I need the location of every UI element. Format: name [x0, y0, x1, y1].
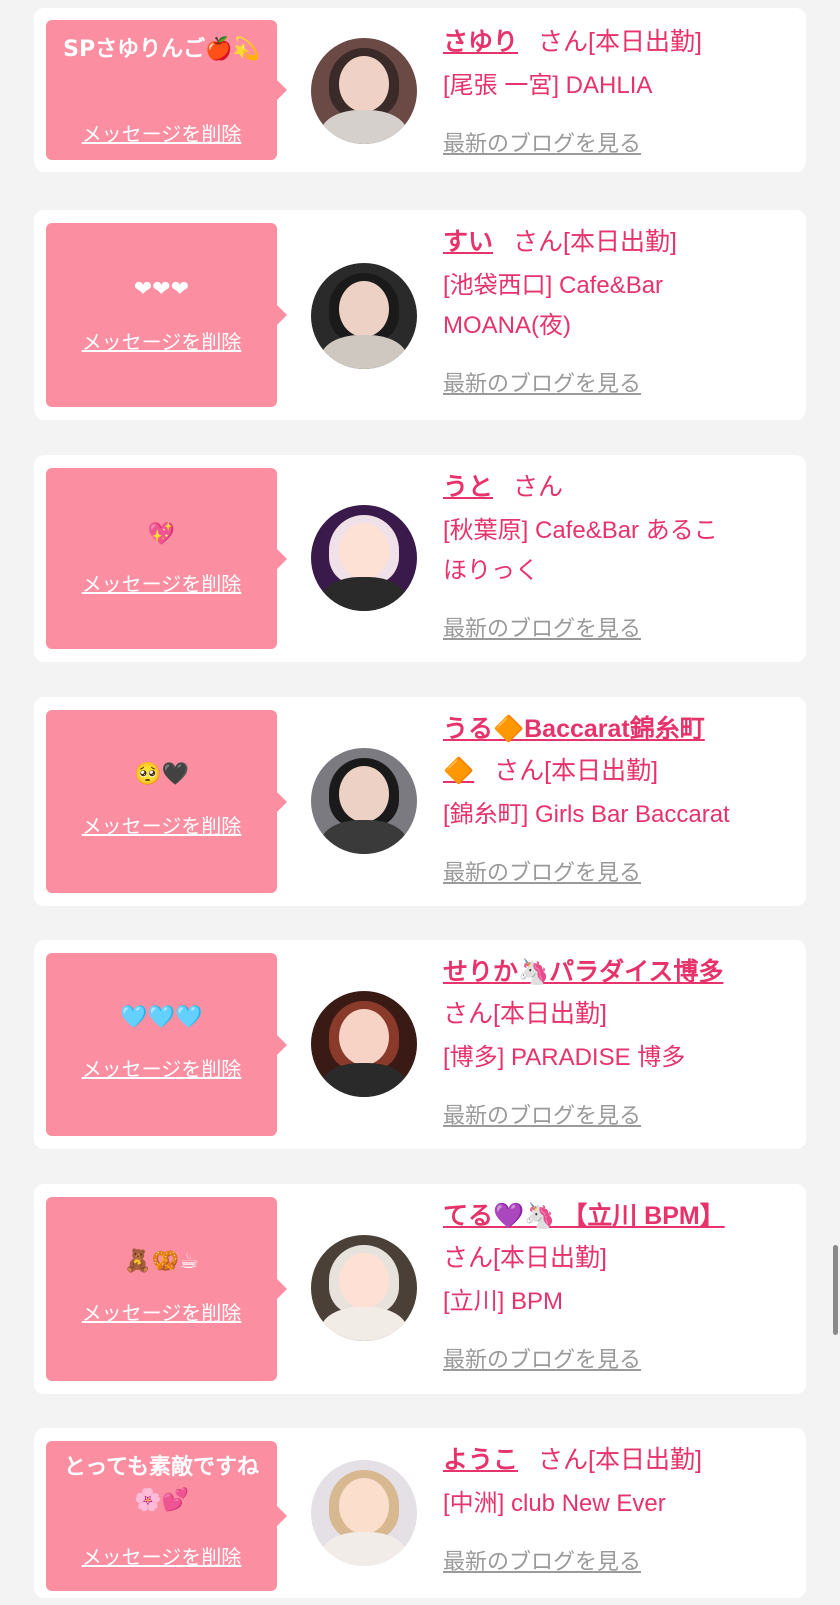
delete-message-link[interactable]: メッセージを削除: [46, 810, 277, 839]
store-line: ほりっく: [443, 557, 539, 584]
latest-blog-link[interactable]: 最新のブログを見る: [443, 1342, 641, 1374]
message-text: 🧸🥨☕: [124, 1249, 199, 1274]
name-suffix: さん[本日出勤]: [443, 1000, 607, 1028]
scrollbar[interactable]: [833, 1245, 838, 1335]
profile-name-link[interactable]: うと: [443, 473, 493, 501]
delete-message-link[interactable]: メッセージを削除: [46, 1053, 277, 1082]
store-line: [立川] BPM: [443, 1288, 564, 1315]
avatar[interactable]: [311, 748, 417, 854]
avatar[interactable]: [311, 1235, 417, 1341]
message-card: 🥺🖤 メッセージを削除 うる🔶Baccarat錦糸町 🔶 さん[本日出勤] [錦…: [34, 697, 806, 906]
message-card: 🧸🥨☕ メッセージを削除 てる💜🦄 【立川 BPM】 さん[本日出勤] [立川]…: [34, 1184, 806, 1394]
delete-message-link[interactable]: メッセージを削除: [46, 118, 277, 147]
latest-blog-link[interactable]: 最新のブログを見る: [443, 1098, 641, 1130]
message-card: SPさゆりんご🍎💫 メッセージを削除 さゆり さん[本日出勤] [尾張 一宮] …: [34, 8, 806, 172]
message-card: とっても素敵ですね🌸💕 メッセージを削除 ようこ さん[本日出勤] [中洲] c…: [34, 1428, 806, 1598]
name-suffix: さん[本日出勤]: [494, 757, 659, 785]
avatar[interactable]: [311, 1460, 417, 1566]
message-bubble: ❤❤❤ メッセージを削除: [46, 223, 287, 407]
profile-name-link[interactable]: ようこ: [443, 1446, 518, 1474]
store-line: [池袋西口] Cafe&Bar: [443, 272, 664, 299]
message-text: ❤❤❤: [133, 277, 190, 302]
message-bubble: SPさゆりんご🍎💫 メッセージを削除: [46, 20, 287, 160]
store-line: [錦糸町] Girls Bar Baccarat: [443, 801, 730, 828]
profile-name-link-continued[interactable]: 🔶: [443, 757, 474, 785]
message-bubble: 🧸🥨☕ メッセージを削除: [46, 1197, 287, 1381]
message-bubble: 🥺🖤 メッセージを削除: [46, 710, 287, 893]
delete-message-link[interactable]: メッセージを削除: [46, 1541, 277, 1570]
latest-blog-link[interactable]: 最新のブログを見る: [443, 366, 641, 398]
message-bubble: 💖 メッセージを削除: [46, 468, 287, 649]
name-suffix: さん[本日出勤]: [538, 28, 702, 56]
latest-blog-link[interactable]: 最新のブログを見る: [443, 855, 641, 887]
message-card: 💖 メッセージを削除 うと さん [秋葉原] Cafe&Bar あるこ ほりっく…: [34, 455, 806, 662]
latest-blog-link[interactable]: 最新のブログを見る: [443, 1544, 641, 1576]
store-line: MOANA(夜): [443, 312, 571, 339]
store-line: [博多] PARADISE 博多: [443, 1044, 686, 1071]
latest-blog-link[interactable]: 最新のブログを見る: [443, 126, 641, 158]
latest-blog-link[interactable]: 最新のブログを見る: [443, 611, 641, 643]
avatar[interactable]: [311, 38, 417, 144]
message-text: SPさゆりんご🍎💫: [63, 37, 260, 62]
profile-name-link[interactable]: せりか🦄パラダイス博多: [443, 958, 723, 986]
delete-message-link[interactable]: メッセージを削除: [46, 326, 277, 355]
store-line: [尾張 一宮] DAHLIA: [443, 72, 653, 99]
delete-message-link[interactable]: メッセージを削除: [46, 1297, 277, 1326]
message-card: ❤❤❤ メッセージを削除 すい さん[本日出勤] [池袋西口] Cafe&Bar…: [34, 210, 806, 420]
message-text: 🩵🩵🩵: [120, 1005, 203, 1030]
profile-name-link[interactable]: てる💜🦄 【立川 BPM】: [443, 1202, 725, 1230]
store-line: [秋葉原] Cafe&Bar あるこ: [443, 517, 718, 544]
message-bubble: 🩵🩵🩵 メッセージを削除: [46, 953, 287, 1136]
message-bubble: とっても素敵ですね🌸💕 メッセージを削除: [46, 1441, 287, 1591]
name-suffix: さん[本日出勤]: [538, 1446, 702, 1474]
name-suffix: さん[本日出勤]: [513, 228, 677, 256]
avatar[interactable]: [311, 263, 417, 369]
name-suffix: さん: [513, 473, 564, 501]
message-text: 💖: [147, 522, 176, 547]
profile-name-link[interactable]: すい: [443, 228, 493, 256]
message-card: 🩵🩵🩵 メッセージを削除 せりか🦄パラダイス博多 さん[本日出勤] [博多] P…: [34, 940, 806, 1149]
profile-name-link[interactable]: うる🔶Baccarat錦糸町: [443, 715, 705, 743]
message-text: とっても素敵ですね🌸💕: [63, 1455, 260, 1513]
name-suffix: さん[本日出勤]: [443, 1244, 607, 1272]
delete-message-link[interactable]: メッセージを削除: [46, 568, 277, 597]
message-text: 🥺🖤: [134, 762, 189, 787]
avatar[interactable]: [311, 991, 417, 1097]
store-line: [中洲] club New Ever: [443, 1490, 666, 1517]
profile-name-link[interactable]: さゆり: [443, 28, 518, 56]
avatar[interactable]: [311, 505, 417, 611]
